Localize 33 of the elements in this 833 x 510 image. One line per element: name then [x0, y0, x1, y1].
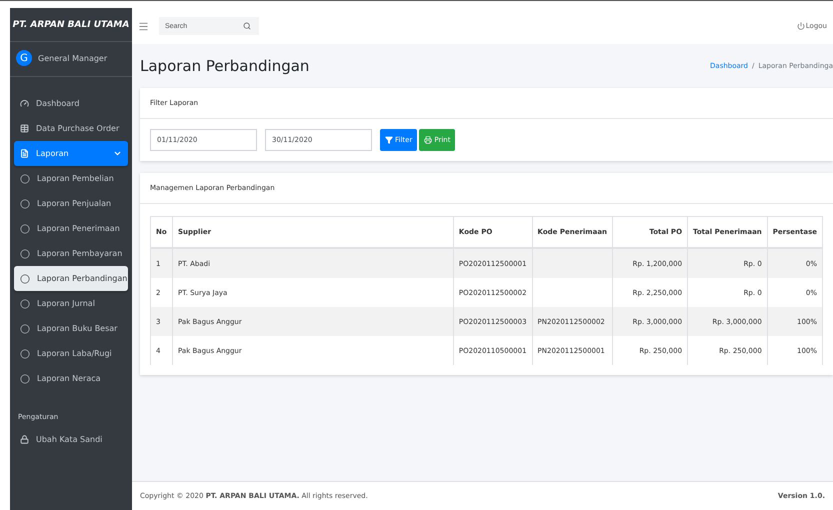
- sidebar-item[interactable]: Laporan Penjualan: [14, 191, 128, 216]
- sidebar-item[interactable]: Laporan Jurnal: [14, 291, 128, 316]
- circle-icon: [20, 248, 30, 258]
- sidebar-item[interactable]: Data Purchase Order: [14, 116, 128, 141]
- circle-icon: [20, 224, 30, 234]
- sidebar-item[interactable]: Dashboard: [14, 91, 128, 116]
- filter-icon: [385, 136, 393, 144]
- power-icon: [796, 22, 805, 30]
- sidebar-item[interactable]: Laporan Neraca: [14, 366, 128, 391]
- sidebar-item[interactable]: Laporan Laba/Rugi: [14, 341, 128, 366]
- printer-icon: [424, 136, 432, 144]
- sidebar-item[interactable]: Laporan Penerimaan: [14, 216, 128, 241]
- sidebar-item[interactable]: Laporan Pembayaran: [14, 241, 128, 266]
- circle-icon: [20, 274, 30, 284]
- user-avatar: G: [16, 50, 32, 66]
- lock-icon: [20, 435, 29, 444]
- table-icon: [20, 124, 29, 133]
- file-icon: [20, 149, 29, 158]
- sidebar-item[interactable]: Laporan Pembelian: [14, 166, 128, 191]
- sidebar-item[interactable]: Laporan Buku Besar: [14, 316, 128, 341]
- circle-icon: [20, 198, 30, 208]
- user-name: General Manager: [38, 54, 108, 62]
- gauge-icon: [20, 99, 29, 108]
- circle-icon: [20, 298, 30, 308]
- sidebar-item[interactable]: Laporan Perbandingan: [14, 266, 128, 291]
- circle-icon: [20, 348, 30, 358]
- page-title: Laporan Perbandingan: [140, 57, 310, 75]
- sidebar-item[interactable]: Laporan: [14, 141, 128, 166]
- circle-icon: [20, 174, 30, 184]
- circle-icon: [20, 374, 30, 384]
- sidebar-item[interactable]: Ubah Kata Sandi: [14, 427, 128, 452]
- circle-icon: [20, 324, 30, 334]
- menu-icon[interactable]: [138, 20, 149, 32]
